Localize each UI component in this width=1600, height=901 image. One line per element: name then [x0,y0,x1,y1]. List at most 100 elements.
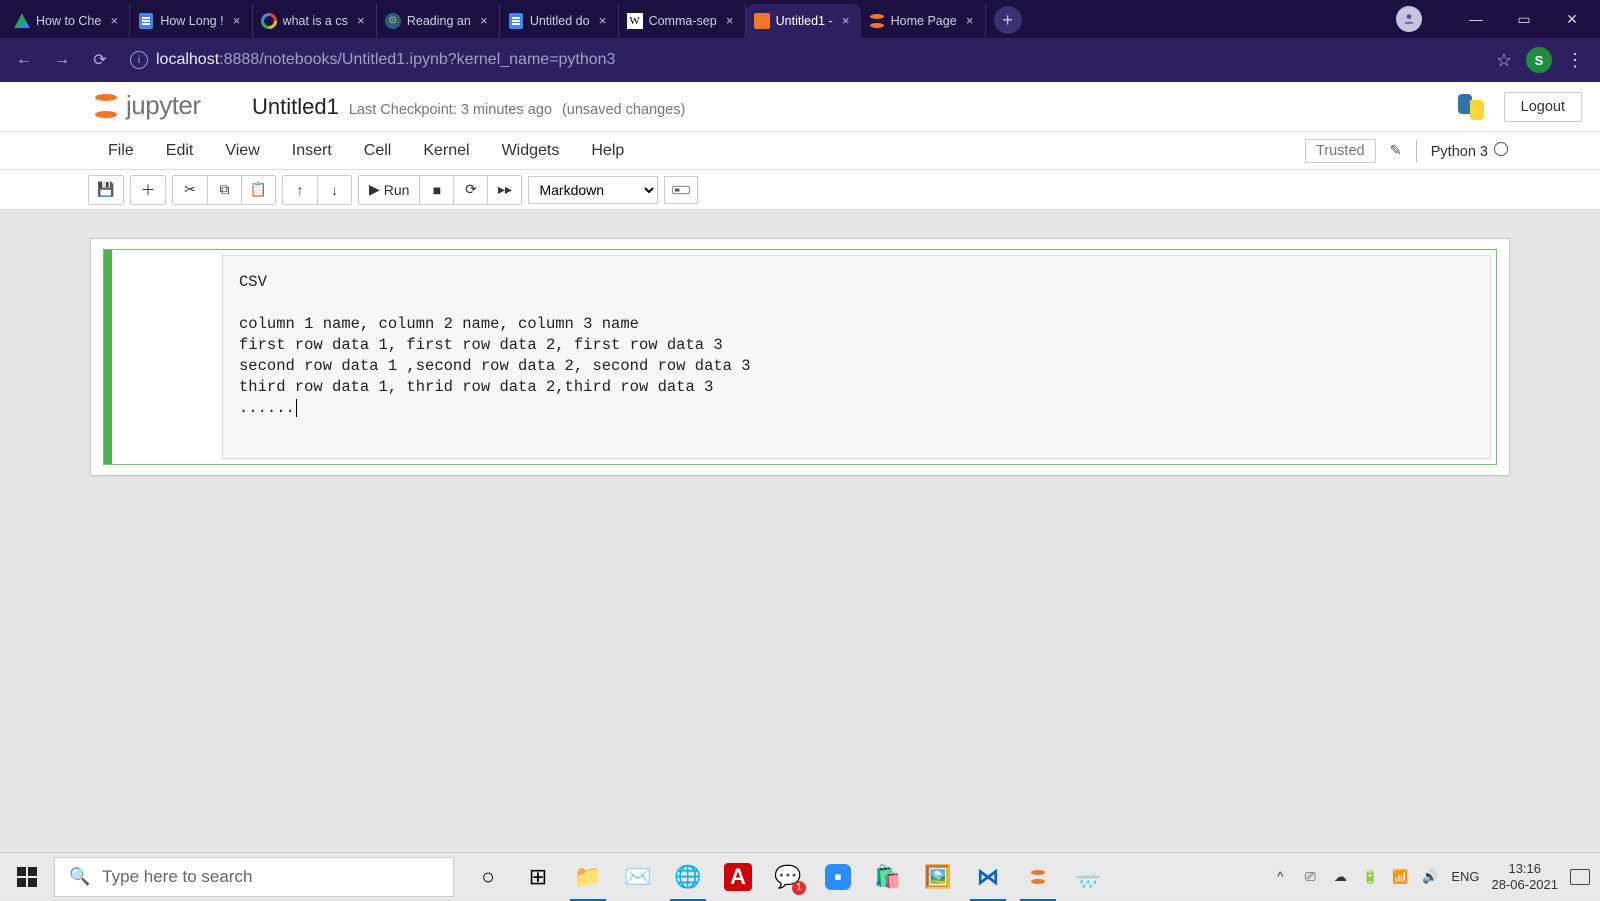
run-all-button[interactable]: ▸▸ [487,176,521,204]
cell-type-select[interactable]: Markdown [528,176,658,204]
browser-tab-strip: How to Che × How Long ! × what is a cs ×… [0,0,1600,38]
profile-badge[interactable]: S [1526,47,1552,73]
browser-tab[interactable]: How to Che × [6,4,130,38]
kernel-name[interactable]: Python 3 [1431,142,1508,160]
menu-view[interactable]: View [209,132,275,169]
tab-title: Home Page [891,14,957,28]
close-icon[interactable]: × [596,14,610,28]
volume-icon[interactable]: 🔊 [1421,868,1439,886]
markdown-cell-edit[interactable]: CSV column 1 name, column 2 name, column… [103,249,1497,465]
move-down-button[interactable]: ↓ [317,176,351,204]
taskbar-apps: ○ ⊞ 📁 ✉️ 🌐 A 💬1 ▪ 🛍️ 🖼️ ⋈ 🌧️ [464,853,1112,901]
close-window-button[interactable]: ✕ [1550,3,1594,35]
jupyter-menubar: File Edit View Insert Cell Kernel Widget… [0,132,1600,170]
close-icon[interactable]: × [723,14,737,28]
start-button[interactable] [0,853,54,901]
menu-help[interactable]: Help [575,132,640,169]
close-icon[interactable]: × [107,14,121,28]
python-icon: ⊙ [385,13,401,29]
notebook-title[interactable]: Untitled1 [252,94,339,120]
copy-button[interactable]: ⧉ [207,176,241,204]
forward-button[interactable]: → [48,46,76,74]
python-logo-icon [1456,92,1486,122]
checkpoint-text: Last Checkpoint: 3 minutes ago [349,102,552,118]
cortana-icon[interactable]: ○ [464,853,512,901]
menu-edit[interactable]: Edit [150,132,210,169]
address-bar[interactable]: i localhost:8888/notebooks/Untitled1.ipy… [124,51,1486,69]
tab-title: How Long ! [160,14,223,28]
run-button[interactable]: ▶ Run [359,176,419,204]
browser-tab[interactable]: W Comma-sep × [619,4,746,38]
edit-icon[interactable]: ✎ [1390,143,1402,159]
save-button[interactable]: 💾 [89,176,123,204]
screenshot-tool-icon[interactable]: 🖼️ [914,853,962,901]
menu-widgets[interactable]: Widgets [486,132,576,169]
command-palette-button[interactable] [664,176,698,204]
cut-button[interactable]: ✂ [173,176,207,204]
weather-icon[interactable]: 🌧️ [1064,853,1112,901]
meet-now-icon[interactable]: ⎚ [1301,868,1319,886]
close-icon[interactable]: × [230,14,244,28]
paste-button[interactable]: 📋 [241,176,275,204]
adobe-reader-icon[interactable]: A [714,853,762,901]
browser-profile-icon[interactable] [1396,6,1422,32]
browser-tab[interactable]: Untitled do × [500,4,619,38]
browser-tab[interactable]: ⊙ Reading an × [377,4,500,38]
browser-tab-active[interactable]: Untitled1 - × [746,4,861,38]
minimize-button[interactable]: — [1454,3,1498,35]
browser-tab[interactable]: Home Page × [861,4,986,38]
back-button[interactable]: ← [10,46,38,74]
close-icon[interactable]: × [354,14,368,28]
insert-cell-button[interactable]: ＋ [131,176,165,204]
ms-store-icon[interactable]: 🛍️ [864,853,912,901]
kernel-status-icon [1494,142,1508,156]
battery-icon[interactable]: 🔋 [1361,868,1379,886]
whatsapp-icon[interactable]: 💬1 [764,853,812,901]
chrome-icon[interactable]: 🌐 [664,853,712,901]
jupyter-taskbar-icon[interactable] [1014,853,1062,901]
trusted-indicator[interactable]: Trusted [1305,139,1376,163]
jupyter-logo-icon [92,92,120,120]
reload-button[interactable]: ⟳ [86,46,114,74]
bookmark-star-icon[interactable]: ☆ [1496,50,1512,71]
tray-chevron-icon[interactable]: ^ [1271,868,1289,886]
cell-editor[interactable]: CSV column 1 name, column 2 name, column… [222,255,1491,459]
wifi-icon[interactable]: 📶 [1391,868,1409,886]
browser-menu-icon[interactable]: ⋮ [1566,50,1584,71]
close-icon[interactable]: × [839,14,853,28]
move-up-button[interactable]: ↑ [283,176,317,204]
menu-kernel[interactable]: Kernel [407,132,485,169]
jupyter-logo[interactable]: jupyter [92,90,201,121]
cell-prompt-area [112,250,222,464]
tab-title: Untitled1 - [776,14,833,28]
badge: 1 [792,881,806,895]
wikipedia-icon: W [627,13,643,29]
browser-tab[interactable]: How Long ! × [130,4,252,38]
notebook-area: CSV column 1 name, column 2 name, column… [0,210,1600,476]
restart-button[interactable]: ⟳ [453,176,487,204]
logout-button[interactable]: Logout [1504,92,1582,122]
close-icon[interactable]: × [963,14,977,28]
menu-insert[interactable]: Insert [276,132,348,169]
interrupt-button[interactable]: ■ [419,176,453,204]
cell-edit-indicator [104,250,112,464]
input-language[interactable]: ENG [1451,869,1479,884]
task-view-icon[interactable]: ⊞ [514,853,562,901]
close-icon[interactable]: × [477,14,491,28]
mail-icon[interactable]: ✉️ [614,853,662,901]
menu-file[interactable]: File [92,132,150,169]
menu-cell[interactable]: Cell [348,132,408,169]
action-center-icon[interactable] [1570,869,1590,885]
taskbar-search[interactable]: 🔍 Type here to search [54,857,454,897]
tab-title: Untitled do [530,14,590,28]
file-explorer-icon[interactable]: 📁 [564,853,612,901]
zoom-icon[interactable]: ▪ [814,853,862,901]
site-info-icon[interactable]: i [130,51,148,69]
onedrive-icon[interactable]: ☁ [1331,868,1349,886]
search-placeholder: Type here to search [102,867,252,887]
maximize-button[interactable]: ▭ [1502,3,1546,35]
taskbar-clock[interactable]: 13:16 28-06-2021 [1492,861,1559,892]
new-tab-button[interactable]: + [994,6,1022,34]
browser-tab[interactable]: what is a cs × [253,4,377,38]
vscode-icon[interactable]: ⋈ [964,853,1012,901]
